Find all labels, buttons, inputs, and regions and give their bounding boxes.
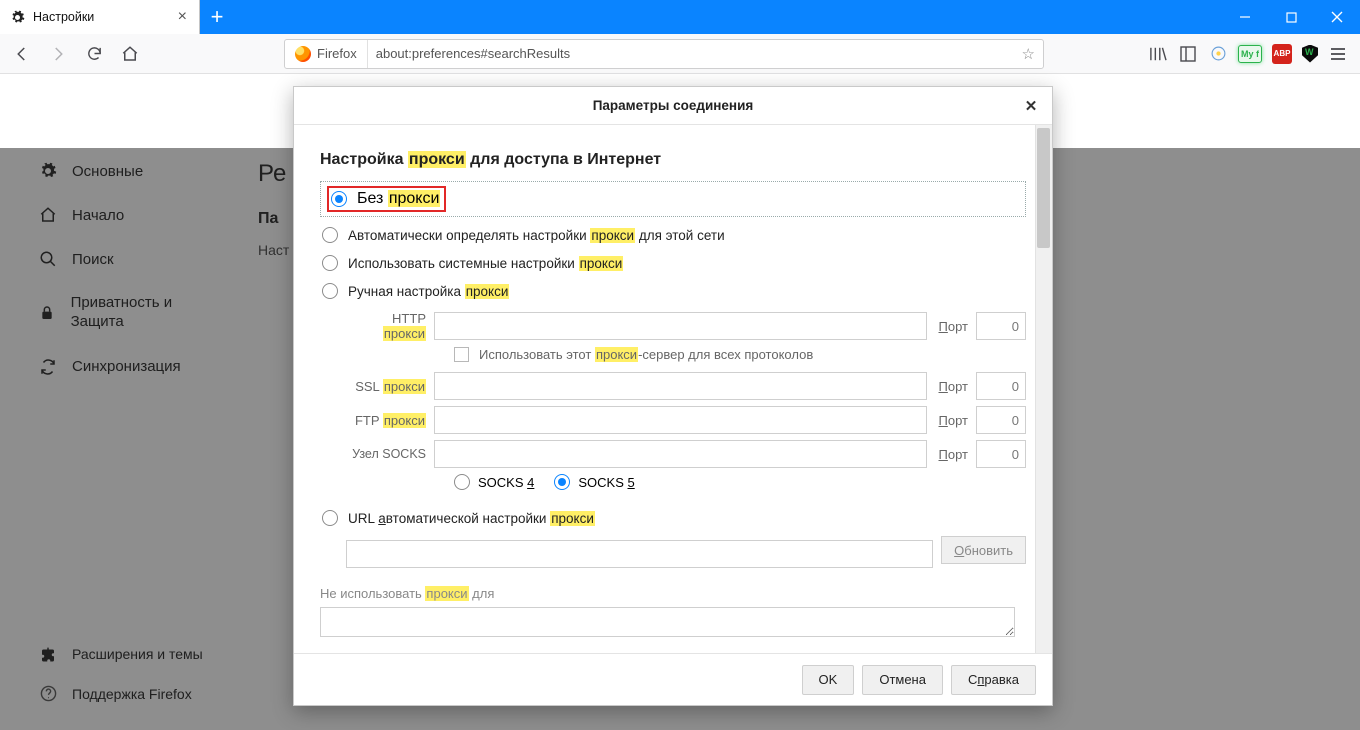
dialog-scrollbar[interactable] xyxy=(1035,125,1052,653)
radio-socks5-wrap[interactable]: SOCKS 5 xyxy=(554,474,634,490)
radio-label: SOCKS 4 xyxy=(478,475,534,490)
radio-label: Автоматически определять настройки прокс… xyxy=(348,228,725,243)
dialog-titlebar: Параметры соединения ✕ xyxy=(294,87,1052,125)
pac-url-row: Обновить xyxy=(320,532,1026,568)
gear-icon xyxy=(10,10,25,25)
radio-label: SOCKS 5 xyxy=(578,475,634,490)
library-icon[interactable] xyxy=(1148,44,1168,64)
http-proxy-input[interactable] xyxy=(434,312,927,340)
minimize-button[interactable] xyxy=(1222,0,1268,34)
ftp-label: FTP прокси xyxy=(346,413,426,428)
ssl-label: SSL прокси xyxy=(346,379,426,394)
dialog-section-heading: Настройка прокси для доступа в Интернет xyxy=(320,151,1026,169)
toolbar-right: My f ABP xyxy=(1148,44,1354,64)
socks-port-input[interactable] xyxy=(976,440,1026,468)
socks-label: Узел SOCKS xyxy=(346,447,426,461)
socks-proxy-row: Узел SOCKS Порт xyxy=(346,440,1026,468)
app-menu-button[interactable] xyxy=(1328,44,1348,64)
radio-socks4-wrap[interactable]: SOCKS 4 xyxy=(454,474,534,490)
ssl-port-input[interactable] xyxy=(976,372,1026,400)
maximize-button[interactable] xyxy=(1268,0,1314,34)
radio-system[interactable] xyxy=(322,255,338,271)
extension-icon-1[interactable] xyxy=(1208,44,1228,64)
radio-auto-detect[interactable] xyxy=(322,227,338,243)
sidebar-toggle-icon[interactable] xyxy=(1178,44,1198,64)
scrollbar-thumb[interactable] xyxy=(1037,128,1050,248)
browser-toolbar: Firefox about:preferences#searchResults … xyxy=(0,34,1360,74)
extension-myf-icon[interactable]: My f xyxy=(1238,45,1262,63)
socks-version-row: SOCKS 4 SOCKS 5 xyxy=(454,474,1026,490)
identity-label: Firefox xyxy=(317,46,357,61)
ftp-port-input[interactable] xyxy=(976,406,1026,434)
use-for-all-row[interactable]: Использовать этот прокси-сервер для всех… xyxy=(454,347,1026,362)
back-button[interactable] xyxy=(6,38,38,70)
extension-abp-icon[interactable]: ABP xyxy=(1272,44,1292,64)
highlight-box: Без прокси xyxy=(327,186,446,212)
use-for-all-checkbox[interactable] xyxy=(454,347,469,362)
pac-url-input[interactable] xyxy=(346,540,933,568)
http-proxy-row: HTTP прокси Порт xyxy=(346,311,1026,341)
radio-socks4[interactable] xyxy=(454,474,470,490)
port-label: Порт xyxy=(939,447,968,462)
url-text: about:preferences#searchResults xyxy=(368,46,1014,61)
window-titlebar: Настройки × + xyxy=(0,0,1360,34)
bookmark-star-icon[interactable]: ☆ xyxy=(1014,45,1043,63)
radio-label: Без прокси xyxy=(357,190,440,208)
ssl-proxy-input[interactable] xyxy=(434,372,927,400)
tab-title: Настройки xyxy=(33,10,94,24)
reload-button[interactable] xyxy=(78,38,110,70)
dialog-title: Параметры соединения xyxy=(593,98,754,113)
radio-manual[interactable] xyxy=(322,283,338,299)
port-label: Порт xyxy=(939,319,968,334)
forward-button[interactable] xyxy=(42,38,74,70)
identity-box[interactable]: Firefox xyxy=(285,40,368,68)
ftp-proxy-input[interactable] xyxy=(434,406,927,434)
radio-row-system[interactable]: Использовать системные настройки прокси xyxy=(320,249,1026,277)
radio-label: Использовать системные настройки прокси xyxy=(348,256,623,271)
address-bar[interactable]: Firefox about:preferences#searchResults … xyxy=(284,39,1044,69)
ok-button[interactable]: OK xyxy=(802,665,855,695)
refresh-button[interactable]: Обновить xyxy=(941,536,1026,564)
manual-proxy-grid: HTTP прокси Порт Использовать этот прокс… xyxy=(346,311,1026,490)
connection-settings-dialog: Параметры соединения ✕ Настройка прокси … xyxy=(293,86,1053,706)
ssl-proxy-row: SSL прокси Порт xyxy=(346,372,1026,400)
port-label: Порт xyxy=(939,413,968,428)
radio-no-proxy[interactable] xyxy=(331,191,347,207)
http-port-input[interactable] xyxy=(976,312,1026,340)
dialog-close-button[interactable]: ✕ xyxy=(1020,95,1042,117)
cancel-button[interactable]: Отмена xyxy=(862,665,943,695)
window-controls xyxy=(1222,0,1360,34)
browser-tab[interactable]: Настройки × xyxy=(0,0,200,34)
tab-close-icon[interactable]: × xyxy=(174,8,191,26)
radio-pac[interactable] xyxy=(322,510,338,526)
radio-socks5[interactable] xyxy=(554,474,570,490)
close-window-button[interactable] xyxy=(1314,0,1360,34)
ftp-proxy-row: FTP прокси Порт xyxy=(346,406,1026,434)
dialog-body: Настройка прокси для доступа в Интернет … xyxy=(294,125,1052,653)
new-tab-button[interactable]: + xyxy=(200,0,234,34)
radio-row-manual[interactable]: Ручная настройка прокси xyxy=(320,277,1026,305)
extension-shield-icon[interactable] xyxy=(1302,45,1318,63)
help-button[interactable]: Справка xyxy=(951,665,1036,695)
socks-proxy-input[interactable] xyxy=(434,440,927,468)
home-button[interactable] xyxy=(114,38,146,70)
http-label: HTTP прокси xyxy=(346,311,426,341)
checkbox-label: Использовать этот прокси-сервер для всех… xyxy=(479,347,813,362)
radio-row-pac[interactable]: URL автоматической настройки прокси xyxy=(320,504,1026,532)
firefox-logo-icon xyxy=(295,46,311,62)
no-proxy-for-label: Не использовать прокси для xyxy=(320,586,1026,601)
radio-label: Ручная настройка прокси xyxy=(348,284,509,299)
radio-row-auto-detect[interactable]: Автоматически определять настройки прокс… xyxy=(320,221,1026,249)
port-label: Порт xyxy=(939,379,968,394)
dialog-footer: OK Отмена Справка xyxy=(294,653,1052,705)
radio-row-no-proxy-wrap: Без прокси xyxy=(320,181,1026,217)
radio-label: URL автоматической настройки прокси xyxy=(348,511,595,526)
no-proxy-for-input[interactable] xyxy=(320,607,1015,637)
